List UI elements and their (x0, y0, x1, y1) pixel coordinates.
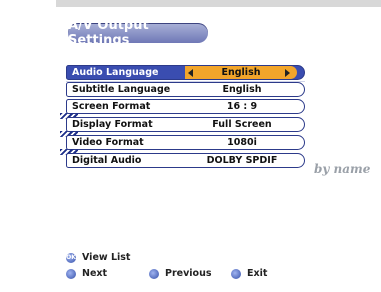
menu-item-value: English (185, 66, 297, 79)
menu-item-label: Digital Audio (72, 155, 142, 166)
ok-button-icon: OK (66, 252, 76, 263)
menu-item-label: Subtitle Language (72, 84, 171, 95)
menu-item-audio-language[interactable]: Audio Language English (66, 65, 305, 80)
right-arrow-icon[interactable] (285, 69, 290, 77)
exit-label: Exit (247, 268, 268, 279)
page-title: A/V Output Settings (68, 18, 208, 48)
previous-hint[interactable]: Previous (149, 268, 211, 279)
menu-item-value: 16 : 9 (226, 101, 258, 112)
next-hint[interactable]: Next (66, 268, 107, 279)
previous-label: Previous (165, 268, 212, 279)
menu-item-label: Display Format (72, 119, 153, 130)
menu-item-label: Video Format (72, 137, 144, 148)
menu-item-screen-format[interactable]: Screen Format 16 : 9 (66, 99, 305, 114)
menu-item-label: Screen Format (72, 101, 151, 112)
view-list-label: View List (82, 252, 131, 263)
menu-item-value: Full Screen (212, 119, 272, 130)
down-button-icon (66, 268, 76, 279)
exit-button-icon (231, 268, 241, 279)
menu-item-subtitle-language[interactable]: Subtitle Language English (66, 82, 305, 97)
menu-item-display-format[interactable]: Display Format Full Screen (66, 117, 305, 132)
menu-item-value: 1080i (227, 137, 257, 148)
menu-item-value: DOLBY SPDIF (206, 155, 278, 166)
menu-item-label: Audio Language (72, 67, 159, 78)
view-list-hint[interactable]: OK View List (66, 252, 130, 263)
screen-top-frame (56, 0, 381, 7)
left-arrow-icon[interactable] (188, 69, 193, 77)
menu-item-digital-audio[interactable]: Digital Audio DOLBY SPDIF (66, 153, 305, 168)
menu-item-value: English (222, 84, 262, 95)
up-button-icon (149, 268, 159, 279)
menu-item-video-format[interactable]: Video Format 1080i (66, 135, 305, 150)
exit-hint[interactable]: Exit (231, 268, 267, 279)
watermark-text: by name (314, 162, 371, 176)
next-label: Next (82, 268, 108, 279)
